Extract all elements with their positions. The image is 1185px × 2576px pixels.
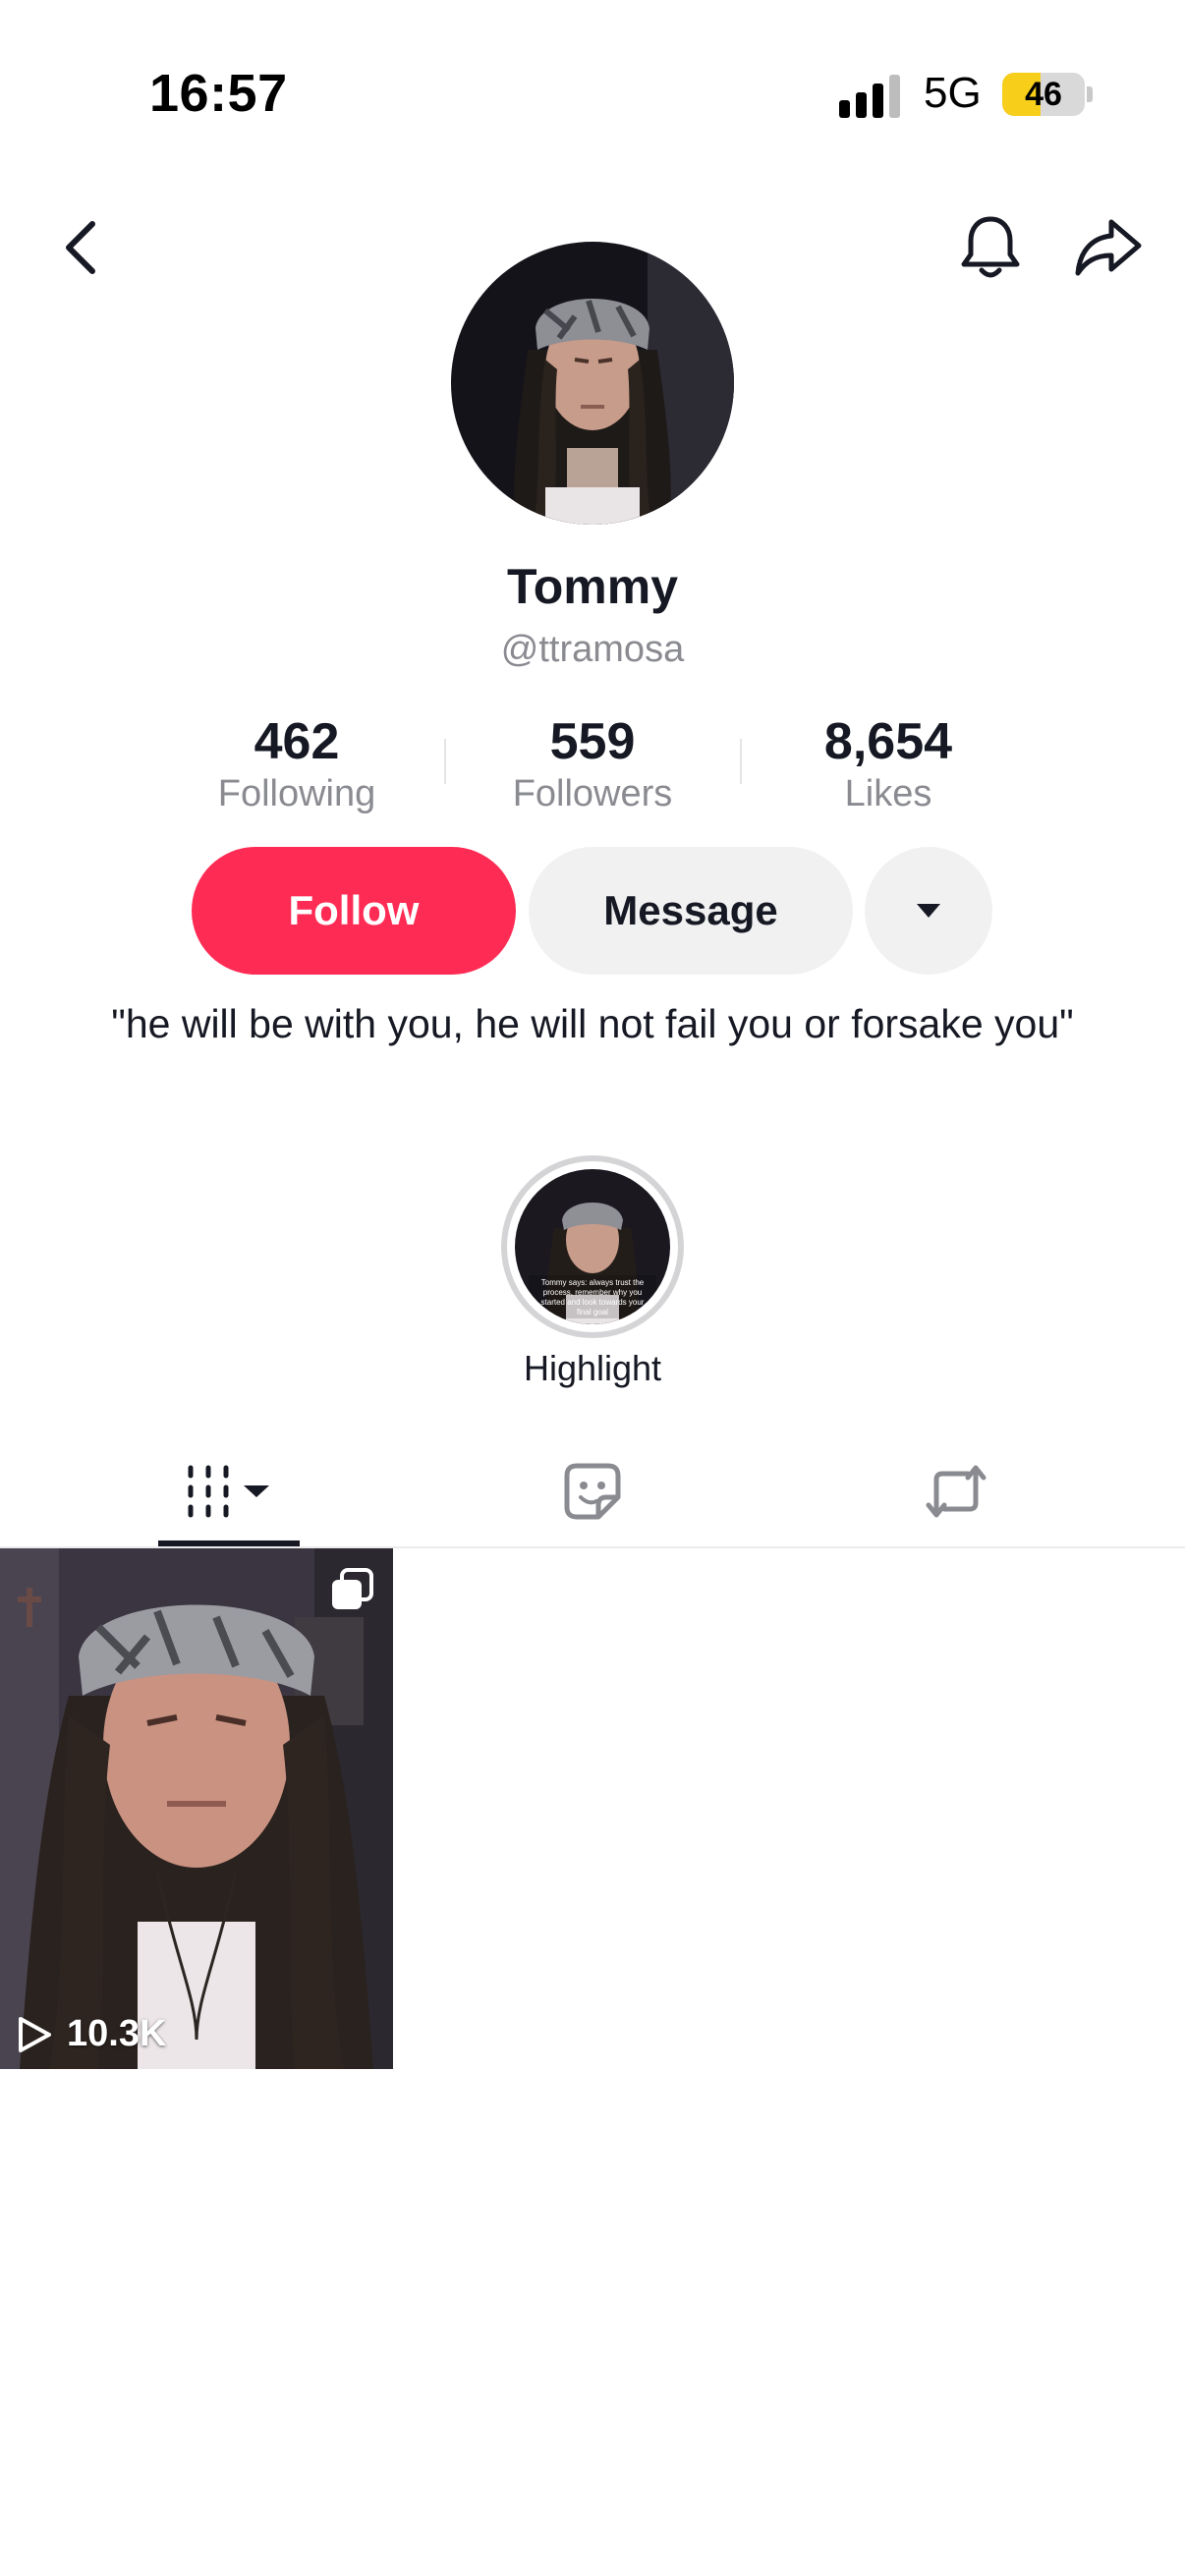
svg-text:Tommy says: always trust the: Tommy says: always trust the [541,1278,645,1287]
profile-bio: "he will be with you, he will not fail y… [111,1001,1074,1046]
bell-icon [961,216,1020,278]
username-handle: @ttramosa [500,629,685,670]
video-thumbnail[interactable]: 10.3K [0,1548,393,2069]
stat-label: Followers [512,773,673,814]
stat-value: 559 [549,713,636,770]
tab-stickers[interactable] [510,1442,675,1540]
svg-text:started and look towards your: started and look towards your [541,1298,645,1307]
network-type: 5G [924,69,982,117]
caret-down-icon [917,904,940,918]
back-button[interactable] [43,208,122,287]
status-time: 16:57 [149,64,288,123]
highlight-label: Highlight [523,1348,662,1388]
display-name: Tommy [506,559,679,614]
grid-videos-icon [188,1465,269,1518]
battery-level: 46 [1025,76,1062,113]
svg-text:final goal: final goal [577,1308,608,1316]
view-count-text: 10.3K [67,2013,167,2054]
battery-indicator: 46 [1002,73,1093,116]
video-view-count: 10.3K [16,2013,166,2055]
stat-followers[interactable]: 559 Followers [465,711,720,815]
avatar-photo [451,242,734,525]
video-cover-image [0,1548,393,2069]
tab-reposts[interactable] [874,1442,1039,1540]
stat-value: 8,654 [823,713,953,770]
highlight-story[interactable]: Tommy says: always trust the process, re… [501,1155,684,1338]
stat-label: Following [217,773,376,814]
signal-strength-icon [839,75,900,118]
repost-icon [926,1465,987,1518]
share-arrow-icon [1075,219,1142,276]
chevron-left-icon [66,221,95,274]
stat-divider [444,739,446,784]
profile-avatar[interactable] [451,242,734,525]
share-button[interactable] [1069,208,1148,287]
multi-photo-icon [332,1568,373,1609]
tab-videos[interactable] [146,1442,311,1540]
sticker-icon [564,1463,621,1520]
stat-divider [740,739,742,784]
stat-value: 462 [254,713,340,770]
svg-text:process, remember why you: process, remember why you [543,1288,642,1297]
message-button[interactable]: Message [529,847,853,975]
stat-likes[interactable]: 8,654 Likes [761,711,1016,815]
highlight-thumbnail: Tommy says: always trust the process, re… [515,1169,670,1324]
stat-label: Likes [844,773,932,814]
play-icon [19,2016,51,2052]
stat-following[interactable]: 462 Following [169,711,424,815]
follow-button[interactable]: Follow [192,847,516,975]
more-options-button[interactable] [865,847,992,975]
notifications-button[interactable] [951,208,1030,287]
